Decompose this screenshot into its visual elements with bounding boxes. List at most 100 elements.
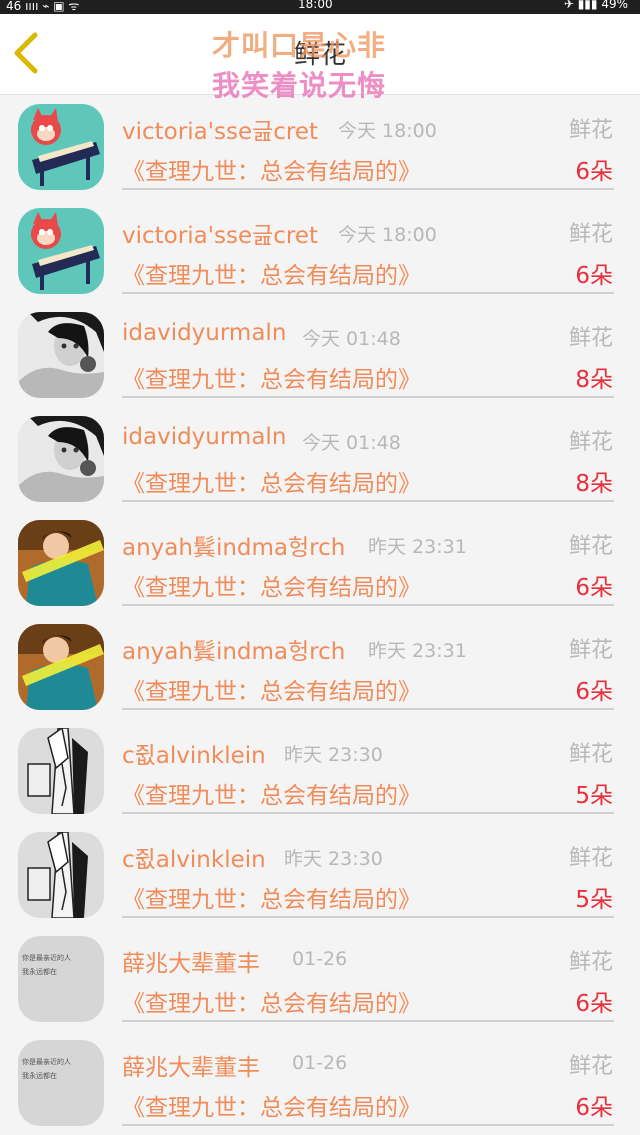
avatar[interactable] <box>18 728 104 814</box>
username[interactable]: 薛兆大辈董丰 <box>122 1048 260 1082</box>
gift-type-label: 鲜花 <box>568 1054 613 1079</box>
flower-count: 6朵 <box>575 263 613 289</box>
gift-type-label: 鲜花 <box>568 846 613 871</box>
status-battery: ✈ ▮▮▮ 49% <box>563 0 628 11</box>
timestamp: 今天 01:48 <box>302 432 401 454</box>
avatar[interactable] <box>18 208 104 294</box>
text-note-icon: 你是最亲近的人 我永远都在 <box>18 936 104 1022</box>
row-divider <box>122 1124 614 1126</box>
avatar[interactable] <box>18 104 104 190</box>
avatar[interactable]: ★★★★ <box>18 624 104 710</box>
row-divider <box>122 1020 614 1022</box>
username[interactable]: idavidyurmaln <box>122 320 286 346</box>
flower-count: 6朵 <box>575 575 613 601</box>
boy-photo-icon: ★★★★ <box>18 624 104 710</box>
flower-count: 8朵 <box>575 367 613 393</box>
overlay-text-line1: 才叫口是心非 <box>212 29 387 62</box>
flower-count: 6朵 <box>575 1095 613 1121</box>
avatar[interactable] <box>18 832 104 918</box>
navigation-bar: 鲜花 才叫口是心非 我笑着说无悔 <box>0 14 640 102</box>
status-signal: 46 ıııı ⌁ ▣ ᯤ <box>6 0 80 13</box>
flower-count: 8朵 <box>575 471 613 497</box>
username[interactable]: anyah鬂indma헝rch <box>122 632 345 666</box>
username[interactable]: victoria'sse긆cret <box>122 216 318 250</box>
gift-type-label: 鲜花 <box>568 742 613 767</box>
row-divider <box>122 812 614 814</box>
list-item[interactable]: c쥢alvinklein 昨天 23:30 鲜花《查理九世：总会有结局的》 5朵 <box>0 719 640 823</box>
text-note-icon: 你是最亲近的人 我永远都在 <box>18 1040 104 1126</box>
gift-type-label: 鲜花 <box>568 430 613 455</box>
username[interactable]: idavidyurmaln <box>122 424 286 450</box>
flower-count: 6朵 <box>575 991 613 1017</box>
cartoon-piano-icon <box>18 104 104 190</box>
avatar[interactable] <box>18 416 104 502</box>
row-divider <box>122 708 614 710</box>
row-divider <box>122 396 614 398</box>
book-title-link[interactable]: 《查理九世：总会有结局的》 <box>122 880 421 914</box>
avatar[interactable]: 你是最亲近的人 我永远都在 <box>18 1040 104 1126</box>
list-item[interactable]: 你是最亲近的人 我永远都在 薛兆大辈董丰 01-26 鲜花《查理九世：总会有结局的》… <box>0 1031 640 1135</box>
svg-text:我永远都在: 我永远都在 <box>22 1071 57 1080</box>
list-item[interactable]: ★★★★ anyah鬂indma헝rch 昨天 23:31 鲜花《查理九世：总会有结… <box>0 511 640 615</box>
list-item[interactable]: victoria'sse긆cret 今天 18:00 鲜花《查理九世：总会有结局的》… <box>0 199 640 303</box>
row-divider <box>122 916 614 918</box>
book-title-link[interactable]: 《查理九世：总会有结局的》 <box>122 776 421 810</box>
gift-type-label: 鲜花 <box>568 222 613 247</box>
username[interactable]: 薛兆大辈董丰 <box>122 944 260 978</box>
timestamp: 昨天 23:31 <box>368 640 467 662</box>
timestamp: 今天 18:00 <box>338 120 437 142</box>
gift-type-label: 鲜花 <box>568 118 613 143</box>
list-item[interactable]: victoria'sse긆cret 今天 18:00 鲜花《查理九世：总会有结局的》… <box>0 95 640 199</box>
list-item[interactable]: ★★★★ anyah鬂indma헝rch 昨天 23:31 鲜花 《查理九世：总会有结… <box>0 615 640 719</box>
book-title-link[interactable]: 《查理九世：总会有结局的》 <box>122 984 421 1018</box>
row-divider <box>122 604 614 606</box>
flower-gift-list: victoria'sse긆cret 今天 18:00 鲜花 《查理九世：总会有结局的》… <box>0 95 640 1135</box>
username[interactable]: victoria'sse긆cret <box>122 112 318 146</box>
username[interactable]: c쥢alvinklein <box>122 840 266 874</box>
row-divider <box>122 292 614 294</box>
list-item[interactable]: idavidyurmaln 今天 01:48 鲜花《查理九世：总会有结局的》 8朵 <box>0 407 640 511</box>
book-title-link[interactable]: 《查理九世：总会有结局的》 <box>122 256 421 290</box>
flower-count: 6朵 <box>575 159 613 185</box>
status-time: 18:00 <box>298 0 333 11</box>
avatar[interactable]: ★★★★ <box>18 520 104 606</box>
svg-text:你是最亲近的人: 你是最亲近的人 <box>22 1057 71 1066</box>
list-item[interactable]: c쥢alvinklein 昨天 23:30 鲜花《查理九世：总会有结局的》 5朵 <box>0 823 640 927</box>
flower-count: 5朵 <box>575 783 613 809</box>
book-title-link[interactable]: 《查理九世：总会有结局的》 <box>122 672 421 706</box>
book-title-link[interactable]: 《查理九世：总会有结局的》 <box>122 152 421 186</box>
bw-portrait-icon <box>18 312 104 398</box>
avatar[interactable] <box>18 312 104 398</box>
flower-count: 6朵 <box>575 679 613 705</box>
book-title-link[interactable]: 《查理九世：总会有结局的》 <box>122 1088 421 1122</box>
list-item[interactable]: idavidyurmaln 今天 01:48 鲜花《查理九世：总会有结局的》 8朵 <box>0 303 640 407</box>
status-bar: 46 ıııı ⌁ ▣ ᯤ 18:00 ✈ ▮▮▮ 49% <box>0 0 640 14</box>
list-item[interactable]: 你是最亲近的人 我永远都在 薛兆大辈董丰 01-26 鲜花《查理九世：总会有结局的》… <box>0 927 640 1031</box>
svg-text:你是最亲近的人: 你是最亲近的人 <box>22 953 71 962</box>
username[interactable]: c쥢alvinklein <box>122 736 266 770</box>
row-divider <box>122 500 614 502</box>
bw-portrait-icon <box>18 416 104 502</box>
timestamp: 今天 18:00 <box>338 224 437 246</box>
gift-type-label: 鲜花 <box>568 950 613 975</box>
timestamp: 昨天 23:30 <box>284 848 383 870</box>
flower-count: 5朵 <box>575 887 613 913</box>
book-title-link[interactable]: 《查理九世：总会有结局的》 <box>122 568 421 602</box>
sketch-figure-icon <box>18 832 104 918</box>
book-title-link[interactable]: 《查理九世：总会有结局的》 <box>122 360 421 394</box>
username[interactable]: anyah鬂indma헝rch <box>122 528 345 562</box>
book-title-link[interactable]: 《查理九世：总会有结局的》 <box>122 464 421 498</box>
timestamp: 01-26 <box>292 1052 348 1074</box>
timestamp: 今天 01:48 <box>302 328 401 350</box>
gift-type-label: 鲜花 <box>568 326 613 351</box>
gift-type-label: 鲜花 <box>568 534 613 559</box>
timestamp: 01-26 <box>292 948 348 970</box>
timestamp: 昨天 23:31 <box>368 536 467 558</box>
timestamp: 昨天 23:30 <box>284 744 383 766</box>
svg-text:我永远都在: 我永远都在 <box>22 967 57 976</box>
row-divider <box>122 188 614 190</box>
cartoon-piano-icon <box>18 208 104 294</box>
sketch-figure-icon <box>18 728 104 814</box>
boy-photo-icon: ★★★★ <box>18 520 104 606</box>
avatar[interactable]: 你是最亲近的人 我永远都在 <box>18 936 104 1022</box>
